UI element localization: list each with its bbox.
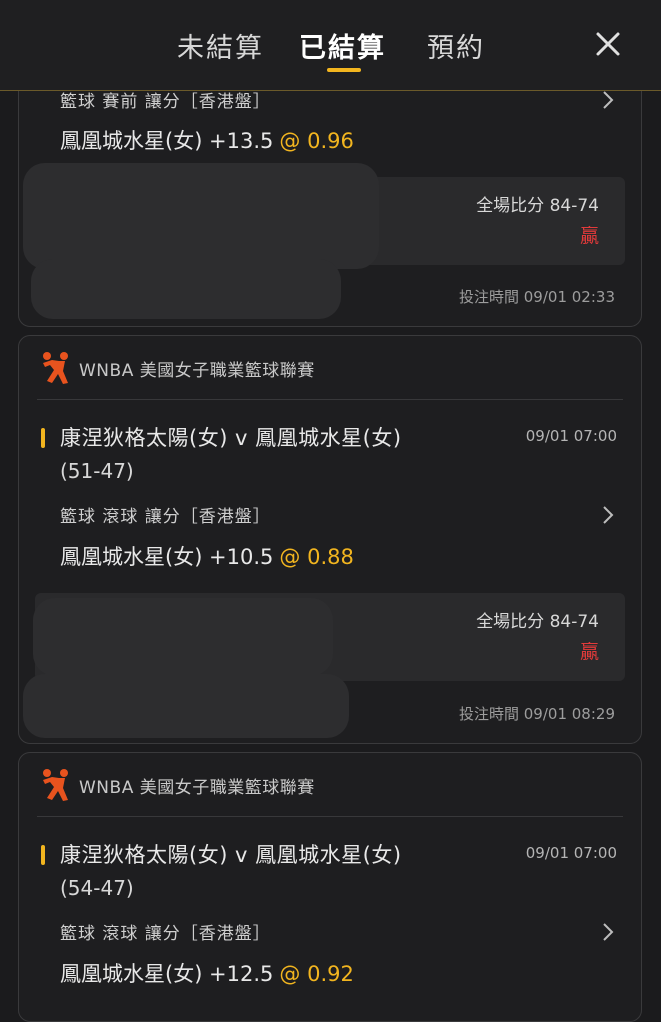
close-icon[interactable] [592, 28, 624, 60]
active-tab-indicator [327, 68, 361, 72]
divider [37, 399, 623, 400]
league-header: WNBA 美國女子職業籃球聯賽 [41, 350, 315, 386]
basketball-player-icon [43, 769, 68, 801]
tab-unsettled[interactable]: 未結算 [177, 26, 264, 65]
header-bar: 未結算 已結算 預約 [0, 0, 661, 91]
match-marker [41, 845, 45, 865]
match-title: 康涅狄格太陽(女) v 鳳凰城水星(女) [60, 843, 402, 867]
bet-card[interactable]: WNBA 美國女子職業籃球聯賽 康涅狄格太陽(女) v 鳳凰城水星(女) 09/… [18, 752, 642, 1022]
odds-value: @ 0.96 [279, 129, 354, 153]
bet-time: 投注時間 09/01 02:33 [459, 288, 615, 306]
bet-selection: 鳳凰城水星(女) +12.5 @ 0.92 [60, 958, 354, 988]
redacted-area [23, 163, 379, 269]
bet-time: 投注時間 09/01 08:29 [459, 705, 615, 723]
result-badge: 贏 [579, 225, 599, 247]
odds-value: @ 0.92 [279, 962, 354, 986]
chevron-right-icon[interactable] [601, 504, 615, 526]
match-marker [41, 428, 45, 448]
chevron-right-icon[interactable] [601, 89, 615, 111]
live-score: (51-47) [60, 459, 134, 483]
league-header: WNBA 美國女子職業籃球聯賽 [41, 767, 315, 803]
league-name: WNBA 美國女子職業籃球聯賽 [79, 777, 315, 798]
bet-selection: 鳳凰城水星(女) +10.5 @ 0.88 [60, 541, 354, 571]
final-score: 全場比分 84-74 [476, 196, 599, 216]
live-score: (54-47) [60, 876, 134, 900]
selection-label: 鳳凰城水星(女) +10.5 [60, 545, 274, 569]
tab-scheduled[interactable]: 預約 [427, 26, 485, 65]
bet-type: 籃球 滾球 讓分［香港盤］ [60, 507, 271, 527]
tab-settled[interactable]: 已結算 [299, 26, 386, 65]
bet-selection: 鳳凰城水星(女) +13.5 @ 0.96 [60, 125, 354, 155]
result-badge: 贏 [579, 641, 599, 663]
match-time: 09/01 07:00 [525, 427, 617, 445]
selection-label: 鳳凰城水星(女) +13.5 [60, 129, 274, 153]
bet-type: 籃球 滾球 讓分［香港盤］ [60, 924, 271, 944]
selection-label: 鳳凰城水星(女) +12.5 [60, 962, 274, 986]
league-name: WNBA 美國女子職業籃球聯賽 [79, 360, 315, 381]
bet-card[interactable]: WNBA 美國女子職業籃球聯賽 康涅狄格太陽(女) v 鳳凰城水星(女) 09/… [18, 335, 642, 744]
match-title: 康涅狄格太陽(女) v 鳳凰城水星(女) [60, 426, 402, 450]
redacted-area [23, 674, 349, 738]
odds-value: @ 0.88 [279, 545, 354, 569]
final-score: 全場比分 84-74 [476, 612, 599, 632]
divider [37, 816, 623, 817]
basketball-player-icon [43, 352, 68, 384]
chevron-right-icon[interactable] [601, 921, 615, 943]
match-time: 09/01 07:00 [525, 844, 617, 862]
redacted-area [31, 259, 341, 319]
redacted-area [33, 598, 333, 676]
